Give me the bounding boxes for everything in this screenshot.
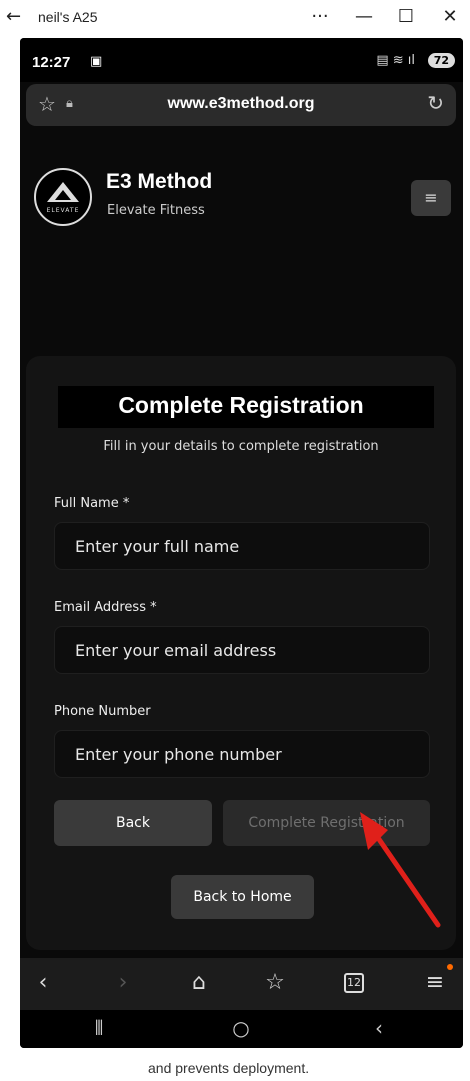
full-name-input[interactable] — [54, 522, 430, 570]
email-input[interactable] — [54, 626, 430, 674]
nav-back-icon[interactable]: ‹ — [28, 970, 58, 995]
site-header: ELEVATE E3 Method Elevate Fitness ≡ — [20, 158, 463, 238]
email-label: Email Address * — [54, 600, 157, 615]
form-title: Complete Registration — [118, 392, 364, 418]
back-arrow-icon[interactable]: ← — [6, 6, 21, 27]
form-subtitle: Fill in your details to complete registr… — [103, 439, 379, 454]
maximize-icon[interactable]: ☐ — [394, 6, 418, 27]
home-icon[interactable]: ⌂ — [184, 970, 214, 995]
window-title: neil's A25 — [38, 9, 98, 25]
back-button[interactable]: Back — [54, 800, 212, 846]
status-time: 12:27 — [32, 54, 71, 71]
complete-registration-button[interactable]: Complete Registration — [223, 800, 430, 846]
browser-bottom-bar: ‹ › ⌂ ☆ 12 ≡ — [20, 958, 463, 1010]
brand-name: E3 Method — [106, 170, 213, 193]
status-bar: 12:27 ▣ ▤ ≋ ıl 72 — [20, 38, 463, 82]
cast-icon: ▣ — [90, 54, 103, 69]
browser-menu-icon[interactable]: ≡ — [420, 970, 450, 995]
battery-badge: 72 — [427, 53, 455, 68]
reload-icon[interactable]: ↻ — [427, 91, 444, 115]
home-button-icon[interactable]: ○ — [226, 1016, 256, 1040]
background-text: and prevents deployment. — [148, 1060, 310, 1076]
nav-forward-icon[interactable]: › — [108, 970, 138, 995]
phone-screen: 12:27 ▣ ▤ ≋ ıl 72 ☆ 🔒︎ www.e3method.org … — [20, 38, 463, 1048]
phone-label: Phone Number — [54, 704, 151, 719]
back-to-home-button[interactable]: Back to Home — [171, 875, 314, 919]
full-name-label: Full Name * — [54, 496, 130, 511]
hamburger-menu-button[interactable]: ≡ — [411, 180, 451, 216]
brand-logo[interactable]: ELEVATE — [34, 168, 92, 226]
window-title-bar: ← neil's A25 ··· — ☐ ✕ — [0, 0, 470, 38]
registration-card: Complete Registration Fill in your detai… — [26, 356, 456, 950]
close-icon[interactable]: ✕ — [438, 6, 462, 27]
tabs-icon[interactable]: 12 — [344, 973, 364, 993]
notification-dot — [447, 964, 453, 970]
system-back-icon[interactable]: ‹ — [364, 1016, 394, 1040]
signal-wifi-icon: ▤ ≋ ıl — [376, 53, 415, 68]
brand-tagline: Elevate Fitness — [107, 203, 205, 218]
recent-apps-icon[interactable]: ⦀ — [84, 1016, 114, 1040]
logo-text: ELEVATE — [46, 207, 80, 214]
address-bar[interactable]: ☆ 🔒︎ www.e3method.org ↻ — [26, 84, 456, 126]
minimize-icon[interactable]: — — [352, 6, 376, 27]
url-text[interactable]: www.e3method.org — [26, 95, 456, 113]
more-options-icon[interactable]: ··· — [308, 6, 332, 27]
phone-input[interactable] — [54, 730, 430, 778]
bookmarks-icon[interactable]: ☆ — [260, 970, 290, 995]
system-navigation-bar: ⦀ ○ ‹ — [20, 1010, 463, 1048]
